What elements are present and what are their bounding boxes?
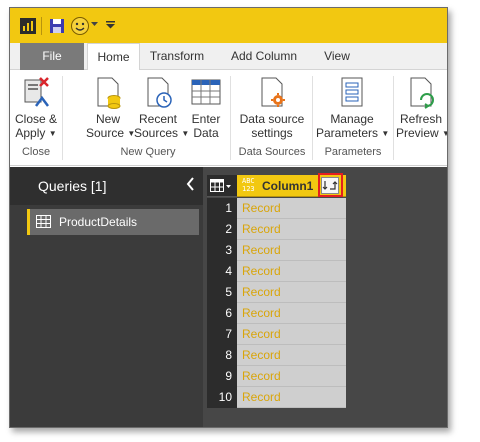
tab-view[interactable]: View [313, 43, 361, 70]
record-cell[interactable]: Record [237, 303, 346, 324]
smiley-icon[interactable] [70, 16, 90, 36]
new-source-button[interactable]: New Source ▼ [86, 74, 135, 141]
tab-file[interactable]: File [20, 43, 84, 70]
enter-data-label-2: Data [193, 126, 219, 140]
table-icon [191, 79, 221, 105]
manage-parameters-icon [341, 77, 363, 107]
queries-pane: Queries [1] ProductDetails [10, 167, 203, 427]
row-number[interactable]: 9 [207, 366, 237, 387]
row-number[interactable]: 7 [207, 324, 237, 345]
refresh-icon [410, 77, 434, 109]
caret-icon: ▼ [442, 129, 447, 138]
highlight-box [318, 173, 343, 197]
recent-sources-button[interactable]: Recent Sources ▼ [134, 74, 189, 141]
new-source-label-1: New [95, 112, 120, 126]
powerbi-logo-icon [20, 18, 36, 34]
manage-parameters-button[interactable]: Manage Parameters ▼ [316, 74, 390, 141]
data-source-settings-label-1: Data source [239, 112, 305, 126]
record-cell[interactable]: Record [237, 198, 346, 219]
quick-access-separator [41, 17, 42, 35]
row-number[interactable]: 6 [207, 303, 237, 324]
queries-header: Queries [1] [10, 167, 203, 205]
group-divider [312, 76, 313, 160]
refresh-preview-button[interactable]: Refresh Preview ▼ [396, 74, 447, 141]
group-label-parameters: Parameters [324, 146, 382, 158]
ribbon: Close & Apply ▼ New Source ▼ Recent Sour… [10, 70, 447, 166]
row-number[interactable]: 8 [207, 345, 237, 366]
tab-home[interactable]: Home [87, 43, 140, 71]
table-menu-icon [210, 179, 231, 192]
new-source-label-2: Source [86, 126, 125, 140]
recent-sources-label-2: Sources [134, 126, 179, 140]
collapse-chevron-icon[interactable] [185, 176, 195, 197]
any-type-icon: ABC 123 [242, 177, 255, 193]
chevron-down-icon[interactable] [91, 22, 98, 27]
row-number[interactable]: 1 [207, 198, 237, 219]
dropdown-icon[interactable] [106, 20, 115, 29]
data-preview-area: ABC 123 Column1 1 Record 2 Record 3 Record 4 Rec… [203, 167, 447, 427]
query-item-label: ProductDetails [59, 215, 138, 229]
table-icon [36, 215, 51, 231]
group-label-close: Close [21, 146, 51, 158]
power-query-window: File Home Transform Add Column View Clos… [9, 7, 448, 428]
caret-icon: ▼ [381, 128, 390, 138]
row-number[interactable]: 4 [207, 261, 237, 282]
close-apply-label-2: Apply [15, 126, 46, 140]
close-apply-button[interactable]: Close & Apply ▼ [14, 74, 58, 141]
record-cell[interactable]: Record [237, 282, 346, 303]
manage-parameters-label-2: Parameters [316, 126, 379, 140]
title-bar [10, 8, 447, 43]
data-source-settings-icon [261, 77, 285, 107]
tab-add-column[interactable]: Add Column [220, 43, 308, 70]
row-number[interactable]: 2 [207, 219, 237, 240]
record-cell[interactable]: Record [237, 261, 346, 282]
enter-data-button[interactable]: Enter Data [186, 74, 226, 140]
row-number[interactable]: 3 [207, 240, 237, 261]
record-cell[interactable]: Record [237, 366, 346, 387]
group-label-data-sources: Data Sources [238, 146, 306, 158]
manage-parameters-label-1: Manage [330, 112, 374, 126]
data-source-settings-button[interactable]: Data source settings [236, 74, 308, 140]
data-source-settings-label-2: settings [251, 126, 293, 140]
grid-menu-button[interactable] [207, 175, 237, 197]
record-cell[interactable]: Record [237, 219, 346, 240]
new-source-icon [97, 77, 121, 109]
query-item-productdetails[interactable]: ProductDetails [27, 209, 199, 235]
row-number[interactable]: 10 [207, 387, 237, 408]
save-icon[interactable] [49, 18, 65, 34]
record-cell[interactable]: Record [237, 387, 346, 408]
group-label-new-query: New Query [120, 146, 176, 158]
column-header-column1[interactable]: ABC 123 Column1 [237, 173, 346, 197]
caret-icon: ▼ [48, 128, 57, 138]
recent-sources-label-1: Recent [138, 112, 178, 126]
record-cell[interactable]: Record [237, 345, 346, 366]
refresh-preview-label-1: Refresh [399, 112, 443, 126]
recent-sources-icon [147, 77, 172, 108]
record-cell[interactable]: Record [237, 240, 346, 261]
close-apply-icon [24, 77, 49, 107]
record-cell[interactable]: Record [237, 324, 346, 345]
row-number[interactable]: 5 [207, 282, 237, 303]
group-divider [62, 76, 63, 160]
column-header-label: Column1 [262, 179, 314, 193]
ribbon-tabs: File Home Transform Add Column View [10, 43, 447, 71]
queries-title: Queries [1] [38, 178, 107, 194]
group-divider [230, 76, 231, 160]
enter-data-label-1: Enter [191, 112, 221, 126]
group-divider [393, 76, 394, 160]
close-apply-label-1: Close & [14, 112, 58, 126]
refresh-preview-label-2: Preview [396, 126, 439, 140]
tab-transform[interactable]: Transform [141, 43, 213, 70]
